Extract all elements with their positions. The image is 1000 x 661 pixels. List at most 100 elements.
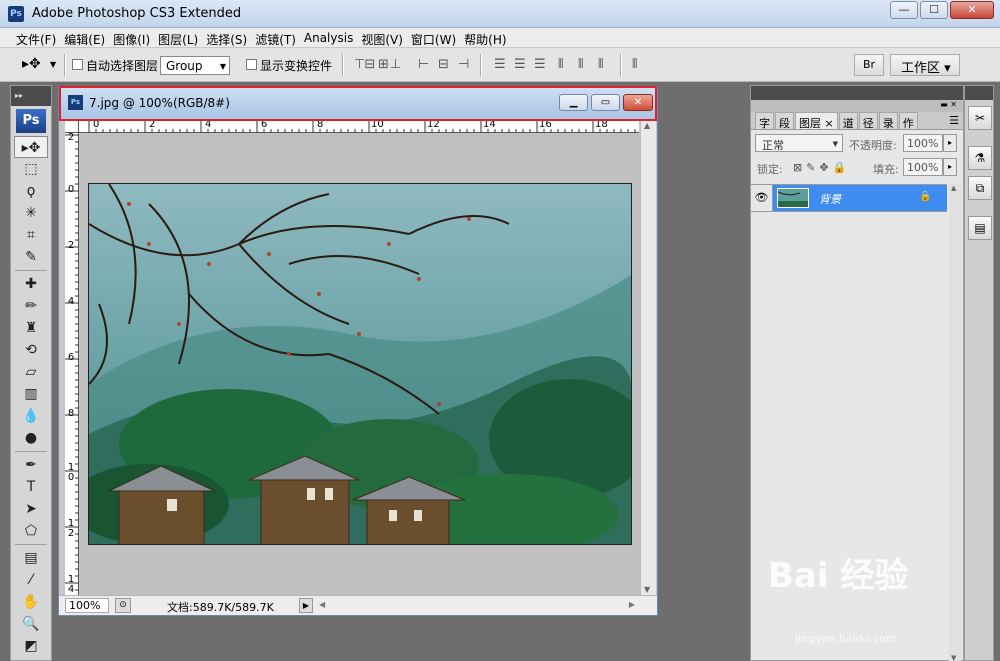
align-right-icon[interactable]: ⊣ — [458, 57, 469, 72]
tab-character[interactable]: 字 — [755, 112, 774, 130]
healing-brush-tool[interactable]: ✚ — [11, 273, 51, 295]
brush-tool[interactable]: ✏ — [11, 295, 51, 317]
history-brush-tool[interactable]: ⟲ — [11, 339, 51, 361]
distribute-bottom-icon[interactable]: ☰ — [534, 57, 546, 72]
toolbox-collapse-icon[interactable]: ▸▸ — [11, 86, 51, 106]
tab-channels[interactable]: 道 — [838, 112, 858, 130]
bridge-button[interactable]: Br — [854, 54, 884, 76]
auto-align-icon[interactable]: ⫴ — [632, 57, 638, 72]
dodge-tool[interactable]: ● — [11, 427, 51, 449]
show-transform-checkbox[interactable] — [246, 59, 257, 70]
lasso-tool[interactable]: ϙ — [11, 180, 51, 202]
align-bottom-icon[interactable]: ⊥ — [390, 57, 401, 72]
tab-actions[interactable]: 作 — [898, 112, 918, 130]
maximize-button[interactable]: ☐ — [920, 1, 948, 19]
clone-source-icon[interactable]: ⚗ — [968, 146, 992, 170]
opacity-arrow-icon[interactable]: ▸ — [943, 134, 957, 152]
status-menu-arrow-icon[interactable]: ▶ — [299, 598, 313, 613]
crop-tool[interactable]: ⌗ — [11, 224, 51, 246]
layer-row-background[interactable]: 👁 背景 🔒 — [751, 184, 947, 212]
move-tool[interactable]: ▸✥ — [14, 136, 48, 158]
blur-tool[interactable]: 💧 — [11, 405, 51, 427]
slice-tool[interactable]: ✎ — [11, 246, 51, 268]
scroll-left-icon[interactable]: ◀ — [319, 600, 325, 609]
menu-image[interactable]: 图像(I) — [111, 28, 156, 47]
gradient-tool[interactable]: ▥ — [11, 383, 51, 405]
tab-paths[interactable]: 径 — [858, 112, 878, 130]
clone-stamp-tool[interactable]: ♜ — [11, 317, 51, 339]
scroll-down-icon[interactable]: ▼ — [644, 585, 650, 594]
notes-tool[interactable]: ▤ — [11, 547, 51, 569]
tab-layers[interactable]: 图层 × — [795, 112, 838, 130]
menu-file[interactable]: 文件(F) — [14, 28, 62, 47]
eyedropper-tool[interactable]: ⁄ — [11, 569, 51, 591]
fill-input[interactable]: 100% — [903, 158, 943, 176]
auto-select-type-dropdown[interactable]: Group ▼ — [160, 56, 230, 75]
panel-minimize-icon[interactable]: ▬ ✕ — [940, 100, 957, 112]
menu-select[interactable]: 选择(S) — [204, 28, 253, 47]
close-button[interactable]: ✕ — [950, 1, 994, 19]
move-tool-preset-icon[interactable]: ▸✥ — [22, 56, 41, 72]
tab-paragraph[interactable]: 段 — [775, 112, 794, 130]
distribute-hcenter-icon[interactable]: ⫴ — [578, 57, 584, 72]
document-title-bar[interactable]: Ps 7.jpg @ 100%(RGB/8#) ▁ ▭ ✕ — [59, 87, 657, 119]
tab-close-icon[interactable]: × — [825, 117, 834, 130]
hand-tool[interactable]: ✋ — [11, 591, 51, 613]
vertical-scrollbar[interactable]: ▲ ▼ — [640, 119, 656, 599]
distribute-vcenter-icon[interactable]: ☰ — [514, 57, 526, 72]
magic-wand-tool[interactable]: ✳ — [11, 202, 51, 224]
opacity-input[interactable]: 100% — [903, 134, 943, 152]
document-maximize-button[interactable]: ▭ — [591, 94, 620, 111]
minimize-button[interactable]: — — [890, 1, 918, 19]
workspace-button[interactable]: 工作区 ▾ — [890, 54, 960, 76]
notes-panel-icon[interactable]: ▤ — [968, 216, 992, 240]
document-minimize-button[interactable]: ▁ — [559, 94, 588, 111]
ruler-horizontal[interactable]: 0 2 4 6 8 10 12 14 16 18 — [79, 119, 639, 133]
tools-preset-icon[interactable]: ✂ — [968, 106, 992, 130]
menu-edit[interactable]: 编辑(E) — [62, 28, 111, 47]
auto-select-checkbox[interactable] — [72, 59, 83, 70]
marquee-tool[interactable]: ⬚ — [11, 158, 51, 180]
zoom-tool[interactable]: 🔍 — [11, 613, 51, 635]
fill-arrow-icon[interactable]: ▸ — [943, 158, 957, 176]
menu-view[interactable]: 视图(V) — [359, 28, 409, 47]
ruler-vertical[interactable]: 2 0 2 4 6 8 1 0 1 2 1 4 — [65, 133, 79, 599]
scroll-up-icon[interactable]: ▲ — [644, 121, 650, 130]
menu-layer[interactable]: 图层(L) — [156, 28, 204, 47]
scroll-down-icon[interactable]: ▼ — [951, 654, 956, 661]
pen-tool[interactable]: ✒ — [11, 454, 51, 476]
align-left-icon[interactable]: ⊢ — [418, 57, 429, 72]
align-top-icon[interactable]: ⊤⊟ — [354, 57, 375, 72]
distribute-right-icon[interactable]: ⫴ — [598, 57, 604, 72]
tab-history[interactable]: 录 — [878, 112, 898, 130]
menu-filter[interactable]: 滤镜(T) — [253, 28, 302, 47]
ruler-origin[interactable] — [65, 119, 79, 133]
align-hcenter-icon[interactable]: ⊟ — [438, 57, 449, 72]
scroll-right-icon[interactable]: ▶ — [629, 600, 635, 609]
scroll-up-icon[interactable]: ▲ — [951, 184, 956, 192]
align-vcenter-icon[interactable]: ⊞ — [378, 57, 389, 72]
menu-help[interactable]: 帮助(H) — [462, 28, 512, 47]
lock-options-icons[interactable]: ⊠✎✥🔒 — [793, 161, 850, 174]
eraser-tool[interactable]: ▱ — [11, 361, 51, 383]
distribute-top-icon[interactable]: ☰ — [494, 57, 506, 72]
horizontal-scrollbar[interactable]: ◀ ▶ — [317, 599, 637, 613]
layer-comps-icon[interactable]: ⧉ — [968, 176, 992, 200]
status-options-icon[interactable]: ⊙ — [115, 598, 131, 613]
path-selection-tool[interactable]: ➤ — [11, 498, 51, 520]
document-image[interactable] — [88, 183, 632, 545]
type-tool[interactable]: T — [11, 476, 51, 498]
strip-header[interactable] — [965, 86, 993, 100]
distribute-left-icon[interactable]: ⫴ — [558, 57, 564, 72]
chevron-down-icon[interactable]: ▼ — [50, 60, 56, 69]
eye-icon[interactable]: 👁 — [751, 185, 773, 211]
panel-menu-icon[interactable]: ☰ — [945, 112, 963, 129]
menu-window[interactable]: 窗口(W) — [409, 28, 462, 47]
zoom-level-input[interactable]: 100% — [65, 598, 109, 613]
blend-mode-dropdown[interactable]: 正常 ▼ — [755, 134, 843, 152]
dock-header[interactable] — [751, 86, 963, 100]
document-close-button[interactable]: ✕ — [623, 94, 653, 111]
layers-scrollbar[interactable]: ▲ ▼ — [949, 184, 961, 661]
menu-analysis[interactable]: Analysis — [302, 28, 359, 47]
shape-tool[interactable]: ⬠ — [11, 520, 51, 542]
